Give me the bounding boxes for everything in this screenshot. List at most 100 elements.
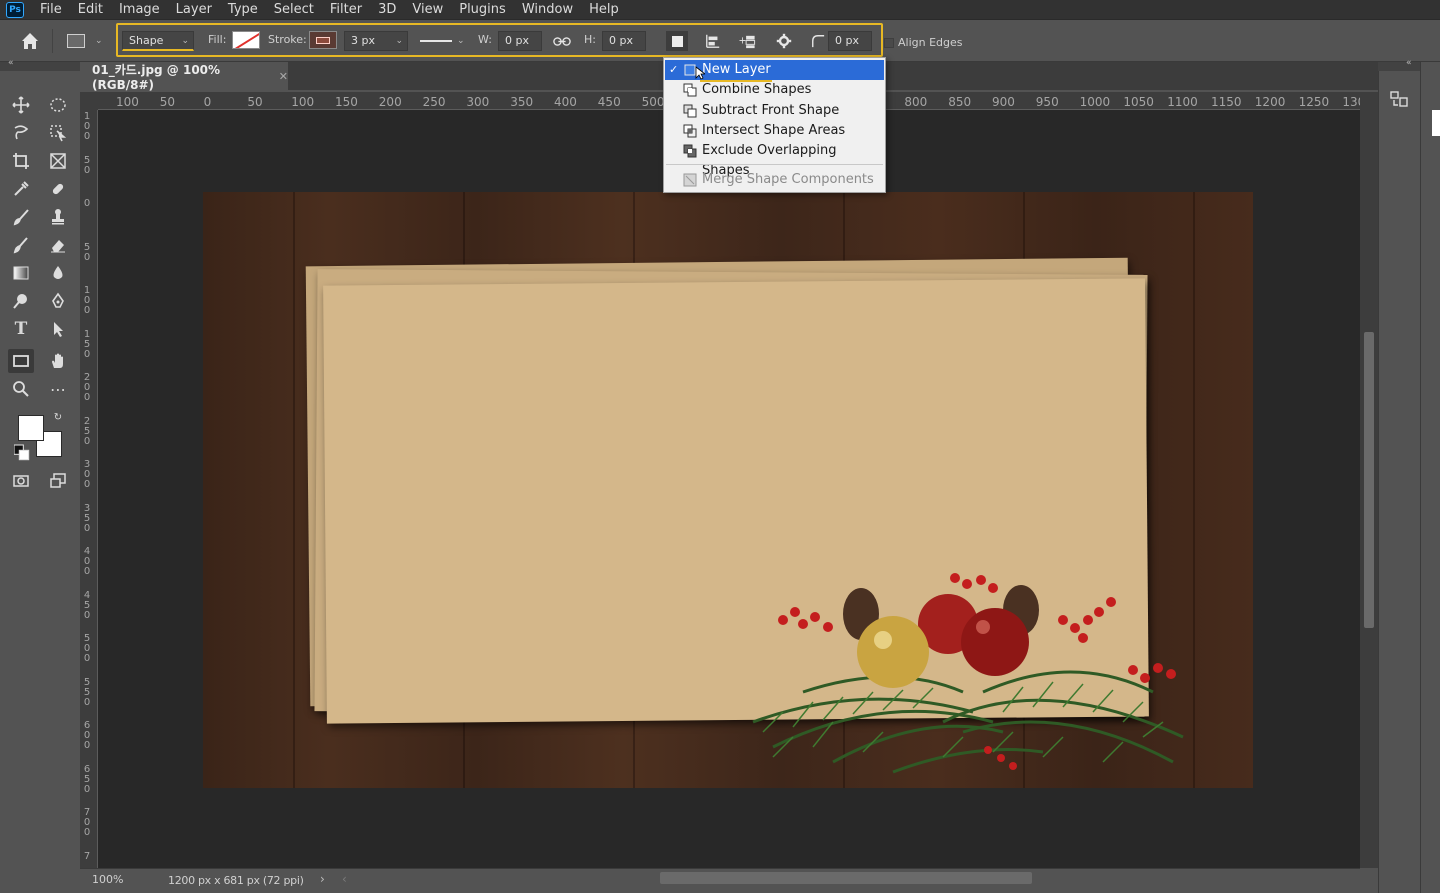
swap-colors-icon[interactable]: ↻: [50, 409, 66, 425]
christmas-decoration: [752, 573, 1184, 774]
eyedropper-tool-icon[interactable]: [8, 177, 34, 201]
gear-icon[interactable]: [774, 32, 794, 50]
eraser-tool-icon[interactable]: [45, 233, 71, 257]
stroke-width-field[interactable]: 3 px ⌄: [344, 31, 408, 51]
menu-view[interactable]: View: [404, 0, 451, 20]
path-arrangement-icon[interactable]: +: [738, 32, 758, 50]
screen-mode-icon[interactable]: [45, 469, 71, 493]
app-logo[interactable]: Ps: [6, 1, 24, 18]
vertical-ruler[interactable]: 100 50 0 50 100 150 200 250 300 350 400 450 500 550 60…: [80, 110, 98, 868]
ruler-tick-label: 900: [992, 95, 1015, 109]
scroll-left-icon[interactable]: ‹: [342, 872, 347, 886]
menu-type[interactable]: Type: [220, 0, 266, 20]
ruler-tick-label: 850: [948, 95, 972, 109]
menu-image[interactable]: Image: [111, 0, 168, 20]
move-tool-icon[interactable]: [8, 93, 34, 117]
chevron-down-icon: ⌄: [395, 36, 403, 46]
menu-item-merge-shape-components[interactable]: Merge Shape Components: [665, 170, 884, 190]
zoom-tool-icon[interactable]: [8, 377, 34, 401]
hand-tool-icon[interactable]: [45, 349, 71, 373]
menu-item-combine-shapes[interactable]: Combine Shapes: [665, 80, 884, 100]
collapse-icon[interactable]: «: [1406, 58, 1412, 68]
type-tool-icon[interactable]: T: [8, 317, 34, 341]
panel-swatch[interactable]: [1432, 110, 1440, 136]
object-select-tool-icon[interactable]: [45, 121, 71, 145]
menu-window[interactable]: Window: [514, 0, 581, 20]
foreground-color-swatch[interactable]: [18, 415, 44, 441]
quick-mask-icon[interactable]: [8, 469, 34, 493]
document-image[interactable]: [203, 192, 1253, 788]
ruler-tick-label: 1150: [1211, 95, 1242, 109]
document-info[interactable]: 1200 px x 681 px (72 ppi): [168, 874, 304, 887]
dock-header[interactable]: «: [1378, 58, 1420, 71]
brush-tool-icon[interactable]: [8, 205, 34, 229]
document-tab[interactable]: 01_카드.jpg @ 100% (RGB/8#) ✕: [80, 62, 288, 92]
menu-filter[interactable]: Filter: [322, 0, 370, 20]
ruler-tick-label: 600: [83, 720, 91, 751]
menu-item-subtract-front-shape[interactable]: Subtract Front Shape: [665, 101, 884, 121]
wood-grain: [293, 192, 295, 788]
marquee-tool-icon[interactable]: [45, 93, 71, 117]
horizontal-scroll-thumb[interactable]: [660, 872, 1032, 884]
ruler-tick-label: 50: [83, 154, 91, 176]
collapse-icon[interactable]: «: [8, 58, 14, 68]
menu-3d[interactable]: 3D: [370, 0, 404, 20]
blur-tool-icon[interactable]: [45, 261, 71, 285]
ruler-tick-label: 550: [83, 676, 91, 708]
subtract-shape-icon: [683, 104, 697, 118]
menu-edit[interactable]: Edit: [70, 0, 111, 20]
menu-plugins[interactable]: Plugins: [451, 0, 514, 20]
height-field[interactable]: 0 px: [602, 31, 646, 51]
frame-tool-icon[interactable]: [45, 149, 71, 173]
stamp-tool-icon[interactable]: [45, 205, 71, 229]
fill-swatch[interactable]: [232, 31, 260, 49]
path-select-tool-icon[interactable]: [45, 317, 71, 341]
dodge-tool-icon[interactable]: [8, 289, 34, 313]
close-icon[interactable]: ✕: [279, 70, 288, 83]
separator: [52, 29, 53, 53]
vertical-scrollbar[interactable]: [1360, 92, 1378, 868]
chevron-right-icon[interactable]: ›: [320, 872, 325, 886]
chevron-down-icon[interactable]: ⌄: [95, 36, 103, 46]
menu-help[interactable]: Help: [581, 0, 627, 20]
ruler-tick-label: 500: [641, 95, 665, 109]
stroke-type-line[interactable]: [420, 40, 452, 42]
vertical-scroll-thumb[interactable]: [1364, 332, 1374, 628]
default-colors-icon[interactable]: [14, 444, 30, 461]
stroke-label: Stroke:: [268, 33, 307, 46]
history-brush-tool-icon[interactable]: [8, 233, 34, 257]
corner-radius-icon: [808, 32, 828, 50]
menu-item-intersect-shape-areas[interactable]: Intersect Shape Areas: [665, 121, 884, 141]
ruler-tick-label: 250: [422, 95, 446, 109]
crop-tool-icon[interactable]: [8, 149, 34, 173]
corner-radius-field[interactable]: 0 px: [828, 31, 872, 51]
stroke-swatch[interactable]: [309, 31, 337, 49]
width-field[interactable]: 0 px: [498, 31, 542, 51]
menu-layer[interactable]: Layer: [168, 0, 220, 20]
healing-brush-tool-icon[interactable]: [45, 177, 71, 201]
properties-panel-icon[interactable]: [1389, 90, 1409, 108]
pen-tool-icon[interactable]: [45, 289, 71, 313]
menu-select[interactable]: Select: [266, 0, 322, 20]
tool-preset-icon[interactable]: [67, 34, 85, 48]
link-icon[interactable]: [552, 32, 572, 50]
home-icon[interactable]: [20, 31, 40, 51]
toolbar-header[interactable]: «: [0, 58, 80, 71]
ruler-tick-label: 50: [159, 95, 176, 109]
zoom-level[interactable]: 100%: [92, 873, 123, 886]
path-operations-button[interactable]: [666, 31, 688, 51]
rectangle-tool-icon[interactable]: [8, 349, 34, 373]
gradient-tool-icon[interactable]: [8, 261, 34, 285]
lasso-tool-icon[interactable]: [8, 121, 34, 145]
menu-file[interactable]: File: [32, 0, 70, 20]
tool-mode-select[interactable]: Shape ⌄: [122, 31, 194, 51]
ruler-origin[interactable]: [80, 92, 98, 110]
menubar: Ps File Edit Image Layer Type Select Fil…: [0, 0, 1440, 20]
align-edges-checkbox[interactable]: [884, 38, 894, 48]
path-alignment-icon[interactable]: [703, 32, 723, 50]
more-tools-icon[interactable]: ⋯: [45, 377, 71, 401]
ruler-tick-label: 100: [291, 95, 315, 109]
ruler-tick-label: 50: [83, 241, 91, 263]
chevron-down-icon[interactable]: ⌄: [457, 36, 465, 46]
menu-item-exclude-overlapping-shapes[interactable]: Exclude Overlapping Shapes: [665, 141, 884, 178]
